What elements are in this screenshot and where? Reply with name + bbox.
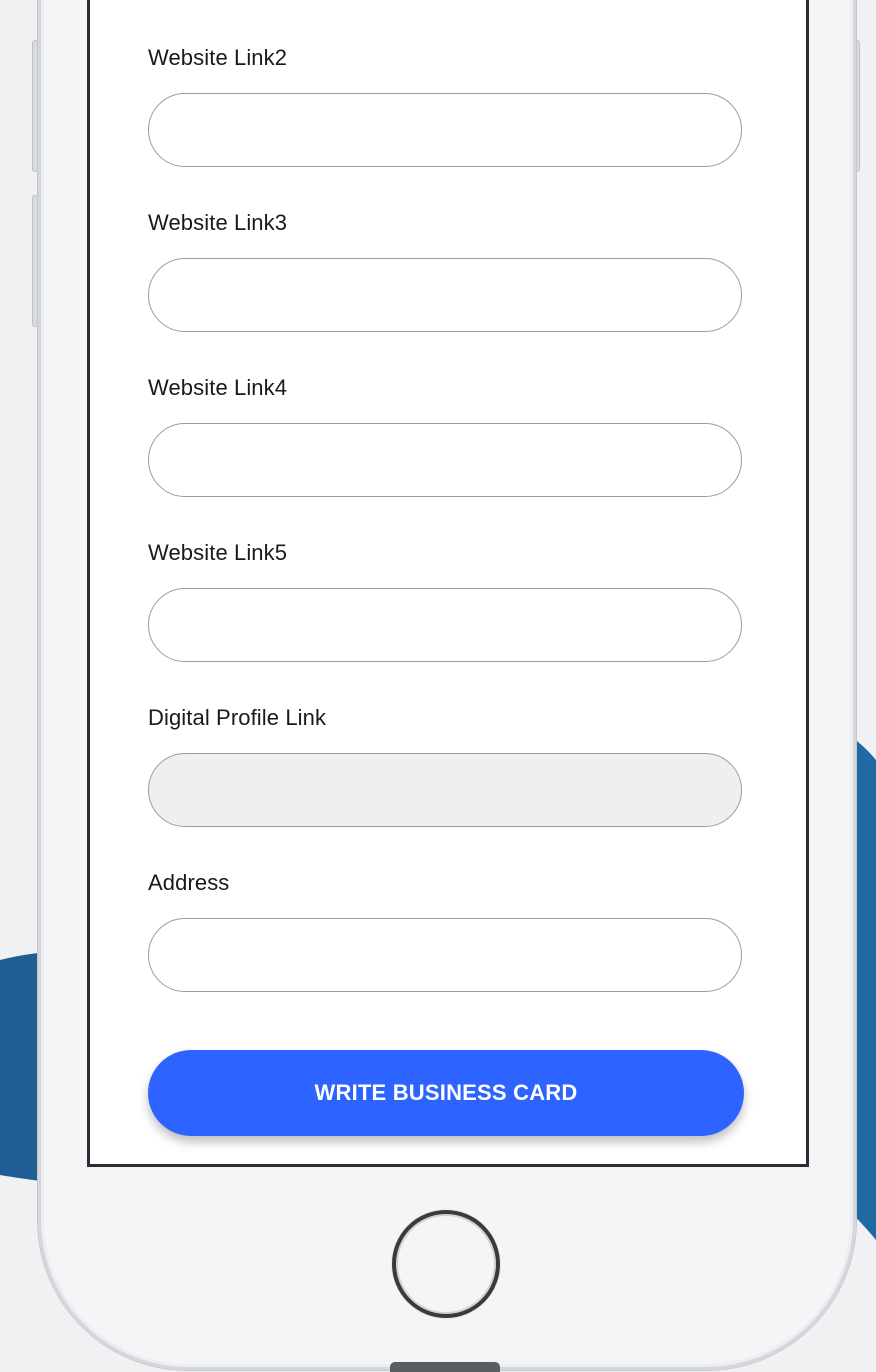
write-business-card-button[interactable]: WRITE BUSINESS CARD — [148, 1050, 744, 1136]
app-screen: Website Link2 Website Link3 Website Link… — [87, 0, 809, 1167]
website-link4-input[interactable] — [148, 423, 742, 497]
website-link3-input[interactable] — [148, 258, 742, 332]
home-button-icon[interactable] — [392, 1210, 500, 1318]
address-input[interactable] — [148, 918, 742, 992]
digital-profile-link-label: Digital Profile Link — [148, 705, 327, 730]
website-link2-label: Website Link2 — [148, 45, 288, 70]
digital-profile-link-input — [148, 753, 742, 827]
address-label: Address — [148, 870, 230, 895]
phone-bottom-port — [390, 1362, 500, 1372]
website-link3-label: Website Link3 — [148, 210, 288, 235]
website-link5-input[interactable] — [148, 588, 742, 662]
website-link4-label: Website Link4 — [148, 375, 288, 400]
website-link5-label: Website Link5 — [148, 540, 288, 565]
website-link2-input[interactable] — [148, 93, 742, 167]
